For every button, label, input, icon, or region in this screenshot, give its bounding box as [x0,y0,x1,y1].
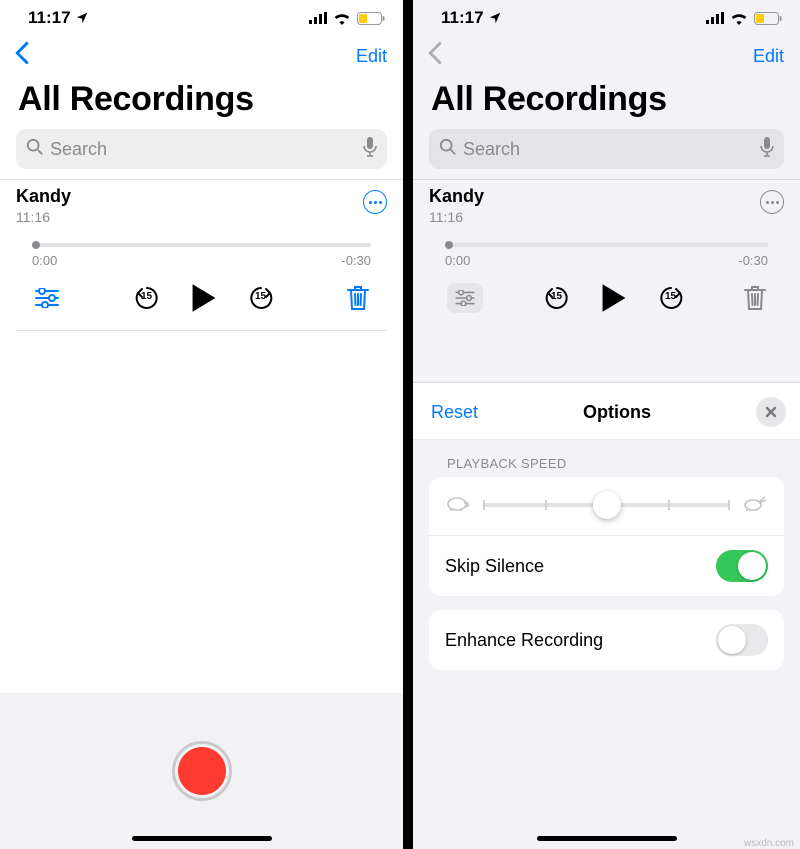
play-button[interactable] [190,282,218,314]
playback-controls: 15 15 [16,268,387,331]
scrubber-knob-icon[interactable] [445,241,453,249]
screen-left: 11:17 Edit All Recordings Search [0,0,403,849]
search-icon [26,138,44,161]
options-title: Options [583,402,651,423]
skip-forward-button[interactable]: 15 [658,285,684,311]
status-time: 11:17 [28,8,71,28]
skip-back-label: 15 [134,291,160,302]
nav-bar: Edit [413,32,800,78]
playback-speed-card: Skip Silence [429,477,784,596]
record-button[interactable] [172,741,232,801]
nav-bar: Edit [0,32,403,78]
wifi-icon [333,12,351,25]
home-indicator[interactable] [537,836,677,841]
watermark: wsxdn.com [744,838,794,849]
home-indicator[interactable] [132,836,272,841]
turtle-icon [445,494,471,517]
mic-icon[interactable] [760,137,774,162]
skip-forward-button[interactable]: 15 [248,285,274,311]
battery-icon [357,12,385,25]
location-icon [75,11,89,25]
reset-button[interactable]: Reset [431,402,478,423]
battery-icon [754,12,782,25]
delete-button[interactable] [347,285,369,311]
skip-silence-toggle[interactable] [716,550,768,582]
recording-item[interactable]: Kandy 11:16 0:00 -0:30 15 [0,179,403,331]
skip-fwd-label: 15 [248,291,274,302]
recording-more-button[interactable] [760,190,784,214]
speed-slider[interactable] [483,493,730,517]
screen-divider [403,0,413,849]
elapsed-time: 0:00 [445,253,470,268]
delete-button[interactable] [744,285,766,311]
skip-silence-label: Skip Silence [445,556,544,577]
scrubber[interactable]: 0:00 -0:30 [429,225,784,268]
rabbit-icon [742,494,768,517]
recording-title: Kandy [16,186,71,207]
skip-fwd-label: 15 [658,291,684,302]
edit-button[interactable]: Edit [356,46,387,67]
elapsed-time: 0:00 [32,253,57,268]
remaining-time: -0:30 [738,253,768,268]
search-input[interactable]: Search [429,129,784,169]
playback-controls: 15 15 [429,268,784,330]
recording-item[interactable]: Kandy 11:16 0:00 -0:30 15 [413,179,800,330]
enhance-row: Enhance Recording [429,610,784,670]
recording-title: Kandy [429,186,484,207]
status-bar: 11:17 [0,0,403,32]
recording-more-button[interactable] [363,190,387,214]
page-title: All Recordings [0,78,403,129]
skip-silence-row: Skip Silence [429,535,784,596]
page-title: All Recordings [413,78,800,129]
enhance-label: Enhance Recording [445,630,603,651]
search-icon [439,138,457,161]
recording-time: 11:16 [429,209,484,225]
search-placeholder: Search [50,139,357,160]
playback-speed-label: PLAYBACK SPEED [413,440,800,477]
status-bar: 11:17 [413,0,800,32]
skip-back-label: 15 [544,291,570,302]
screen-right: 11:17 Edit All Recordings Search [413,0,800,849]
record-footer [0,693,403,849]
speed-knob-icon[interactable] [593,491,621,519]
play-button[interactable] [600,282,628,314]
location-icon [488,11,502,25]
skip-back-button[interactable]: 15 [544,285,570,311]
cellular-icon [706,12,724,24]
close-button[interactable] [756,397,786,427]
skip-back-button[interactable]: 15 [134,285,160,311]
recording-time: 11:16 [16,209,71,225]
enhance-card: Enhance Recording [429,610,784,670]
edit-button[interactable]: Edit [753,46,784,67]
back-button[interactable] [14,40,30,72]
enhance-toggle[interactable] [716,624,768,656]
search-input[interactable]: Search [16,129,387,169]
scrubber-knob-icon[interactable] [32,241,40,249]
record-icon [178,747,226,795]
search-placeholder: Search [463,139,754,160]
back-button[interactable] [427,40,443,72]
options-sheet: Reset Options PLAYBACK SPEED [413,382,800,849]
wifi-icon [730,12,748,25]
mic-icon[interactable] [363,137,377,162]
status-time: 11:17 [441,8,484,28]
cellular-icon [309,12,327,24]
remaining-time: -0:30 [341,253,371,268]
playback-options-button[interactable] [447,283,483,313]
playback-options-button[interactable] [34,288,60,308]
options-header: Reset Options [413,383,800,440]
scrubber[interactable]: 0:00 -0:30 [16,225,387,268]
